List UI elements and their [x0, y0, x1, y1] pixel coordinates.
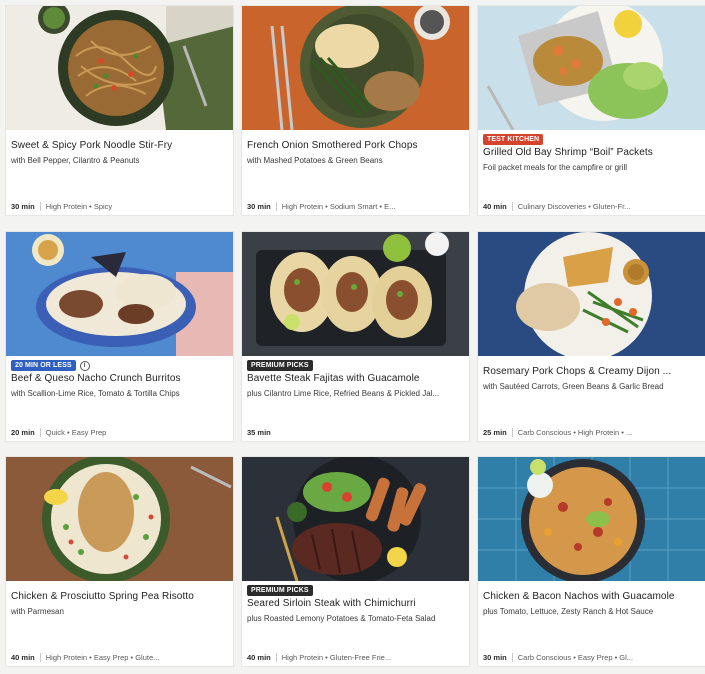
recipe-card[interactable]: Chicken & Bacon Nachos with Guacamole pl… [477, 456, 705, 667]
recipe-meta: 30 min Carb Conscious • Easy Prep • Gl..… [483, 651, 701, 663]
cook-time: 35 min [247, 427, 271, 437]
recipe-meta: 40 min Culinary Discoveries • Gluten-Fr.… [483, 200, 701, 212]
recipe-subtitle: Foil packet meals for the campfire or gr… [483, 163, 628, 172]
test-kitchen-badge: Test Kitchen [483, 134, 544, 145]
badge-row: Premium Picks [247, 359, 465, 372]
recipe-title[interactable]: Beef & Queso Nacho Crunch Burritos [11, 372, 229, 386]
recipe-card[interactable]: Premium Picks Bavette Steak Fajitas with… [241, 231, 470, 442]
badge-row: 20 Min or Less i [11, 359, 229, 372]
info-icon[interactable]: i [79, 360, 90, 371]
sirloin-steak-photo[interactable] [242, 457, 469, 581]
chicken-bacon-nachos-photo[interactable] [478, 457, 705, 581]
recipe-card[interactable]: French Onion Smothered Pork Chops with M… [241, 5, 470, 216]
recipe-subtitle: with Sautéed Carrots, Green Beans & Garl… [483, 382, 664, 391]
pork-chops-mashed-potatoes-photo[interactable] [242, 6, 469, 130]
recipe-subtitle: with Scallion-Lime Rice, Tomato & Tortil… [11, 389, 180, 398]
recipe-tags: Quick • Easy Prep [45, 427, 107, 437]
cook-time: 40 min [11, 652, 41, 662]
recipe-meta: 40 min High Protein • Easy Prep • Glute.… [11, 651, 229, 663]
pork-noodle-stir-fry-photo[interactable] [6, 6, 233, 130]
recipe-tags: High Protein • Gluten-Free Frie... [281, 652, 392, 662]
cook-time: 40 min [483, 201, 513, 211]
recipe-subtitle: plus Roasted Lemony Potatoes & Tomato-Fe… [247, 614, 436, 623]
premium-badge: Premium Picks [247, 585, 313, 596]
recipe-title[interactable]: Chicken & Bacon Nachos with Guacamole [483, 590, 701, 604]
badge-row: Test Kitchen [483, 133, 701, 146]
recipe-meta: 25 min Carb Conscious • High Protein • .… [483, 426, 701, 438]
beef-burritos-photo[interactable] [6, 232, 233, 356]
recipe-meta: 20 min Quick • Easy Prep [11, 426, 229, 438]
cook-time: 40 min [247, 652, 277, 662]
recipe-card[interactable]: Chicken & Prosciutto Spring Pea Risotto … [5, 456, 234, 667]
recipe-subtitle: plus Cilantro Lime Rice, Refried Beans &… [247, 389, 440, 398]
recipe-tags: Carb Conscious • High Protein • ... [517, 427, 633, 437]
recipe-tags: Carb Conscious • Easy Prep • Gl... [517, 652, 634, 662]
recipe-card[interactable]: Test Kitchen Grilled Old Bay Shrimp “Boi… [477, 5, 705, 216]
recipe-title[interactable]: Chicken & Prosciutto Spring Pea Risotto [11, 590, 229, 604]
badge-row: Premium Picks [247, 584, 465, 597]
recipe-tags: Culinary Discoveries • Gluten-Fr... [517, 201, 631, 211]
recipe-card[interactable]: Rosemary Pork Chops & Creamy Dijon ... w… [477, 231, 705, 442]
recipe-meta: 30 min High Protein • Sodium Smart • E..… [247, 200, 465, 212]
recipe-subtitle: with Parmesan [11, 607, 64, 616]
recipe-tags: High Protein • Sodium Smart • E... [281, 201, 396, 211]
chicken-risotto-photo[interactable] [6, 457, 233, 581]
cook-time: 25 min [483, 427, 513, 437]
rosemary-pork-chops-photo[interactable] [478, 232, 705, 356]
cook-time: 30 min [247, 201, 277, 211]
steak-fajitas-photo[interactable] [242, 232, 469, 356]
recipe-subtitle: with Mashed Potatoes & Green Beans [247, 156, 383, 165]
recipe-grid: Sweet & Spicy Pork Noodle Stir-Fry with … [0, 0, 705, 674]
cook-time: 30 min [483, 652, 513, 662]
recipe-subtitle: plus Tomato, Lettuce, Zesty Ranch & Hot … [483, 607, 654, 616]
recipe-card[interactable]: 20 Min or Less i Beef & Queso Nacho Crun… [5, 231, 234, 442]
recipe-title[interactable]: French Onion Smothered Pork Chops [247, 139, 465, 153]
recipe-title[interactable]: Bavette Steak Fajitas with Guacamole [247, 372, 465, 386]
quick-badge: 20 Min or Less [11, 360, 76, 371]
recipe-title[interactable]: Rosemary Pork Chops & Creamy Dijon ... [483, 365, 701, 379]
recipe-meta: 35 min [247, 426, 465, 438]
recipe-title[interactable]: Sweet & Spicy Pork Noodle Stir-Fry [11, 139, 229, 153]
recipe-tags: High Protein • Easy Prep • Glute... [45, 652, 160, 662]
recipe-meta: 30 min High Protein • Spicy [11, 200, 229, 212]
recipe-subtitle: with Bell Pepper, Cilantro & Peanuts [11, 156, 140, 165]
cook-time: 20 min [11, 427, 41, 437]
cook-time: 30 min [11, 201, 41, 211]
shrimp-foil-packet-photo[interactable] [478, 6, 705, 130]
recipe-card[interactable]: Premium Picks Seared Sirloin Steak with … [241, 456, 470, 667]
recipe-title[interactable]: Seared Sirloin Steak with Chimichurri [247, 597, 465, 611]
recipe-tags: High Protein • Spicy [45, 201, 113, 211]
premium-badge: Premium Picks [247, 360, 313, 371]
recipe-card[interactable]: Sweet & Spicy Pork Noodle Stir-Fry with … [5, 5, 234, 216]
recipe-title[interactable]: Grilled Old Bay Shrimp “Boil” Packets [483, 146, 701, 160]
recipe-meta: 40 min High Protein • Gluten-Free Frie..… [247, 651, 465, 663]
